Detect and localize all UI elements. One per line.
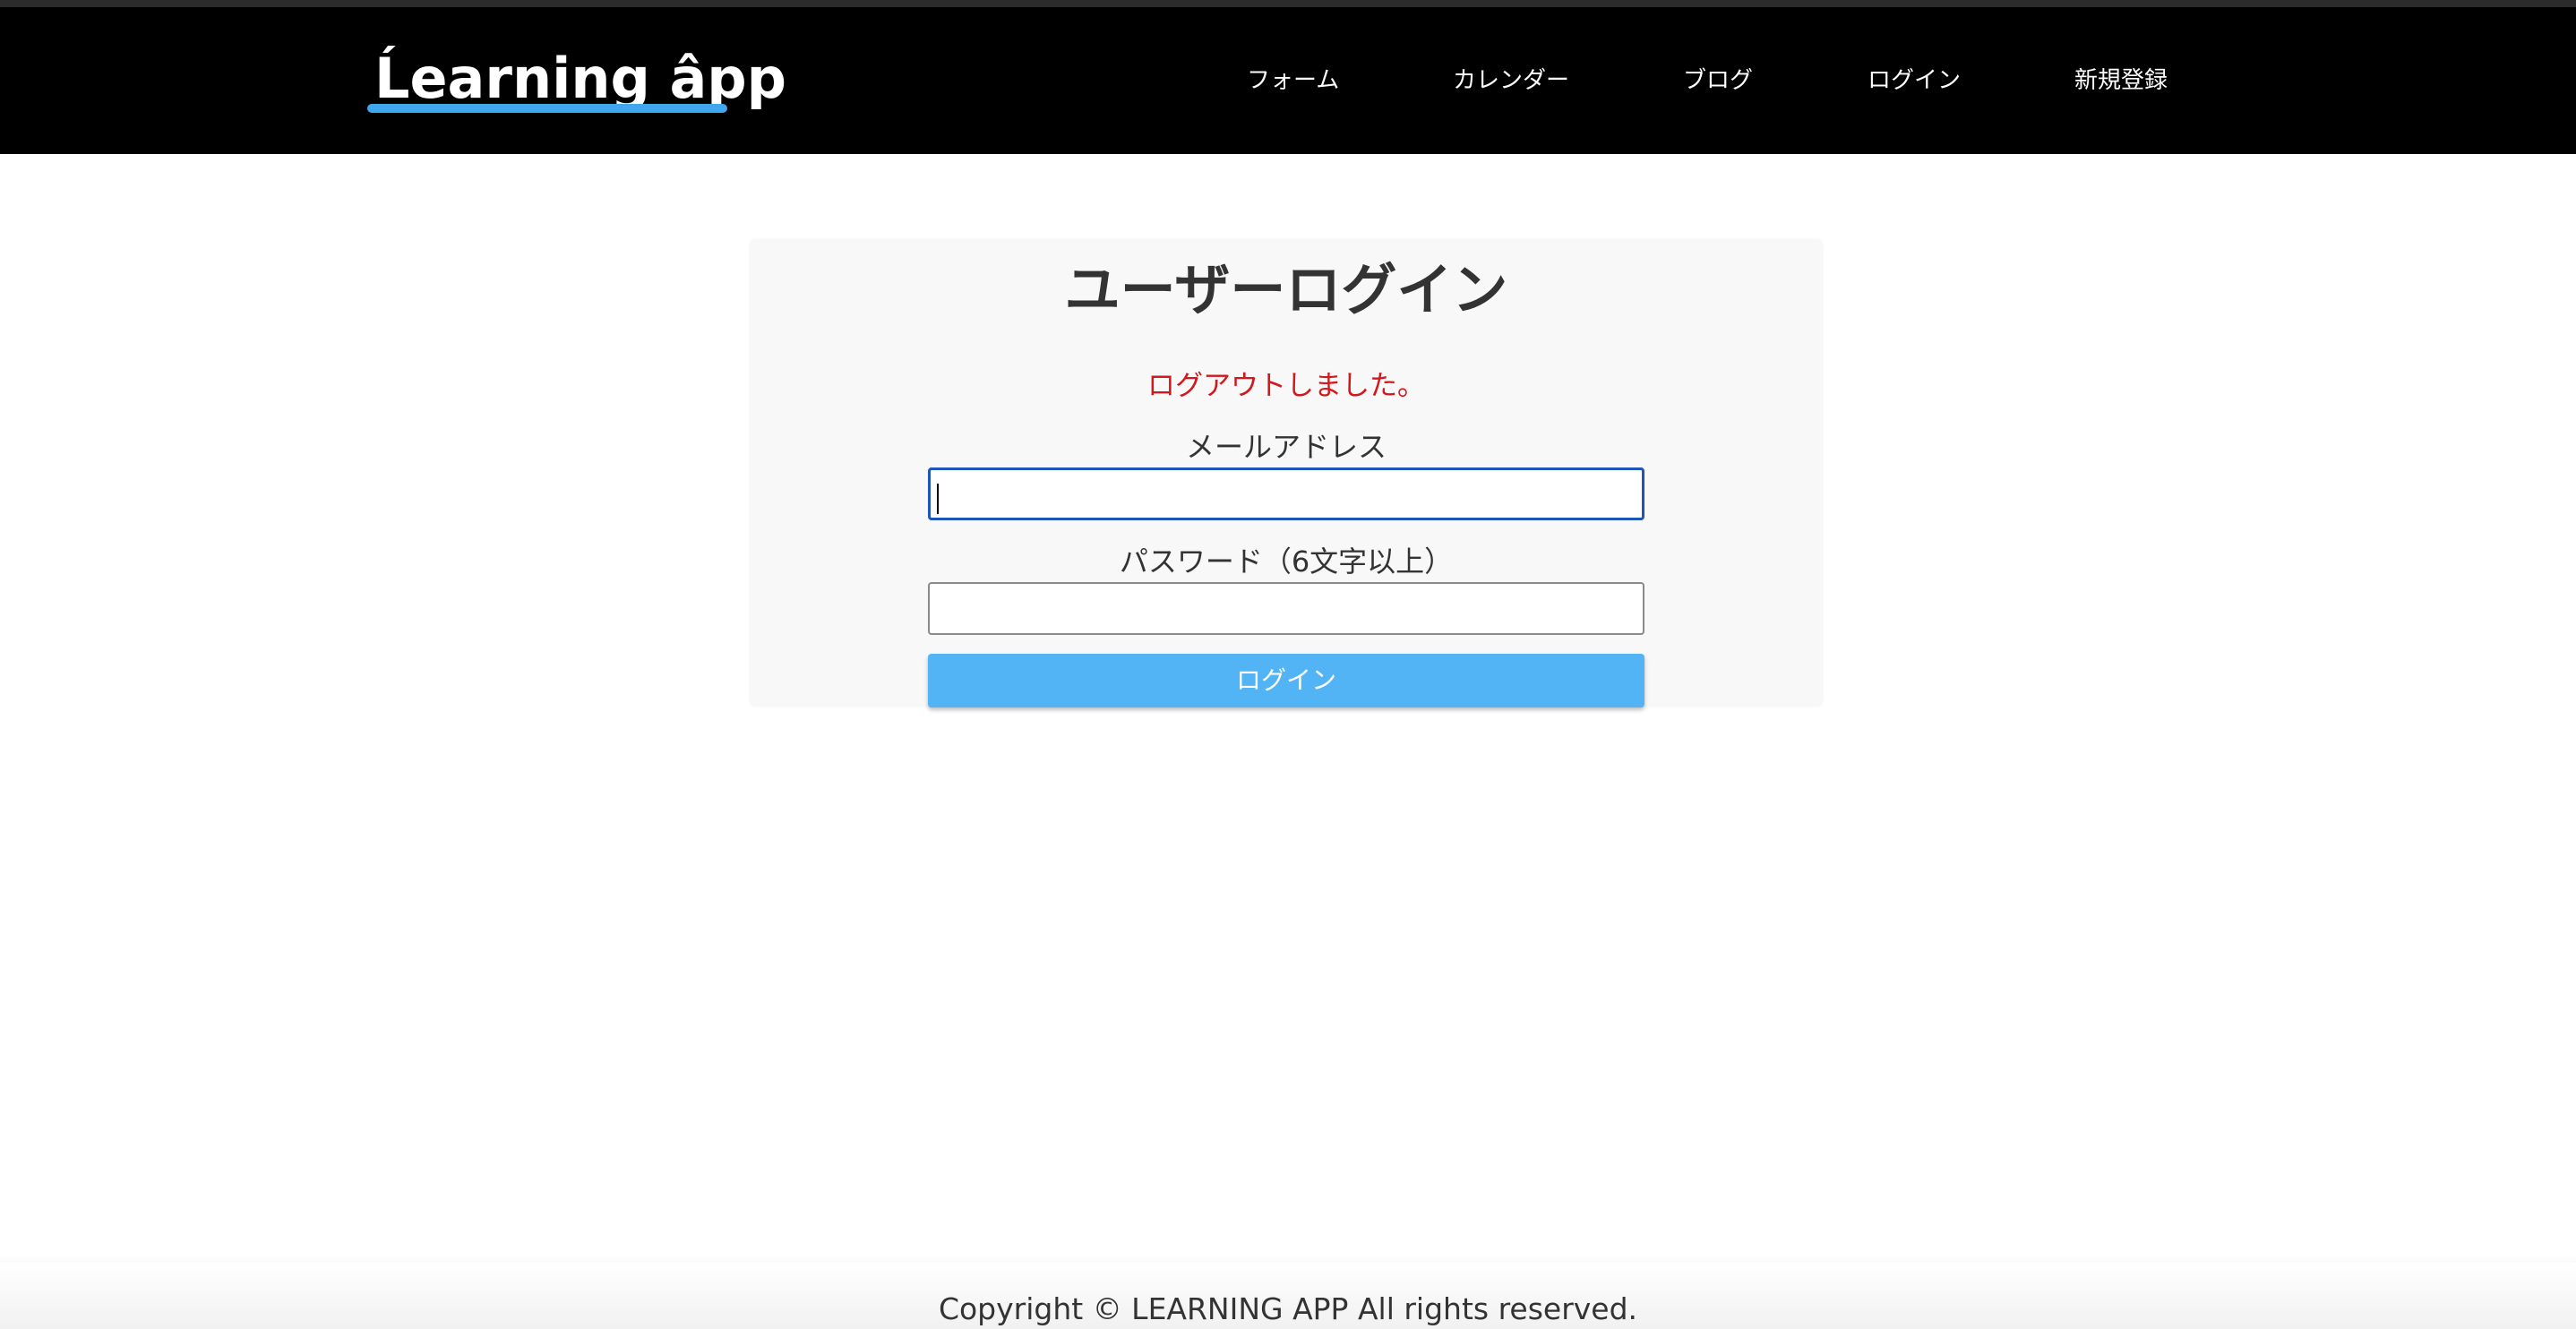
email-field[interactable] [928,467,1644,520]
nav-item-login[interactable]: ログイン [1868,7,1961,154]
main-nav: フォーム カレンダー ブログ ログイン 新規登録 [0,7,2576,154]
login-panel: ユーザーログイン ログアウトしました。 メールアドレス パスワード（6文字以上）… [749,238,1824,707]
window-top-edge [0,0,2576,7]
nav-item-register[interactable]: 新規登録 [2074,7,2168,154]
nav-item-calendar[interactable]: カレンダー [1453,7,1569,154]
copyright-text: Copyright © LEARNING APP All rights rese… [938,1291,1638,1326]
password-label: パスワード（6文字以上） [1119,544,1454,579]
login-button[interactable]: ログイン [928,654,1644,707]
flash-message: ログアウトしました。 [1147,370,1425,402]
text-caret [937,484,939,514]
page-title: ユーザーログイン [1064,257,1508,322]
nav-item-blog[interactable]: ブログ [1683,7,1753,154]
password-field[interactable] [928,582,1644,635]
nav-item-form[interactable]: フォーム [1247,7,1339,154]
email-label: メールアドレス [1185,430,1387,464]
